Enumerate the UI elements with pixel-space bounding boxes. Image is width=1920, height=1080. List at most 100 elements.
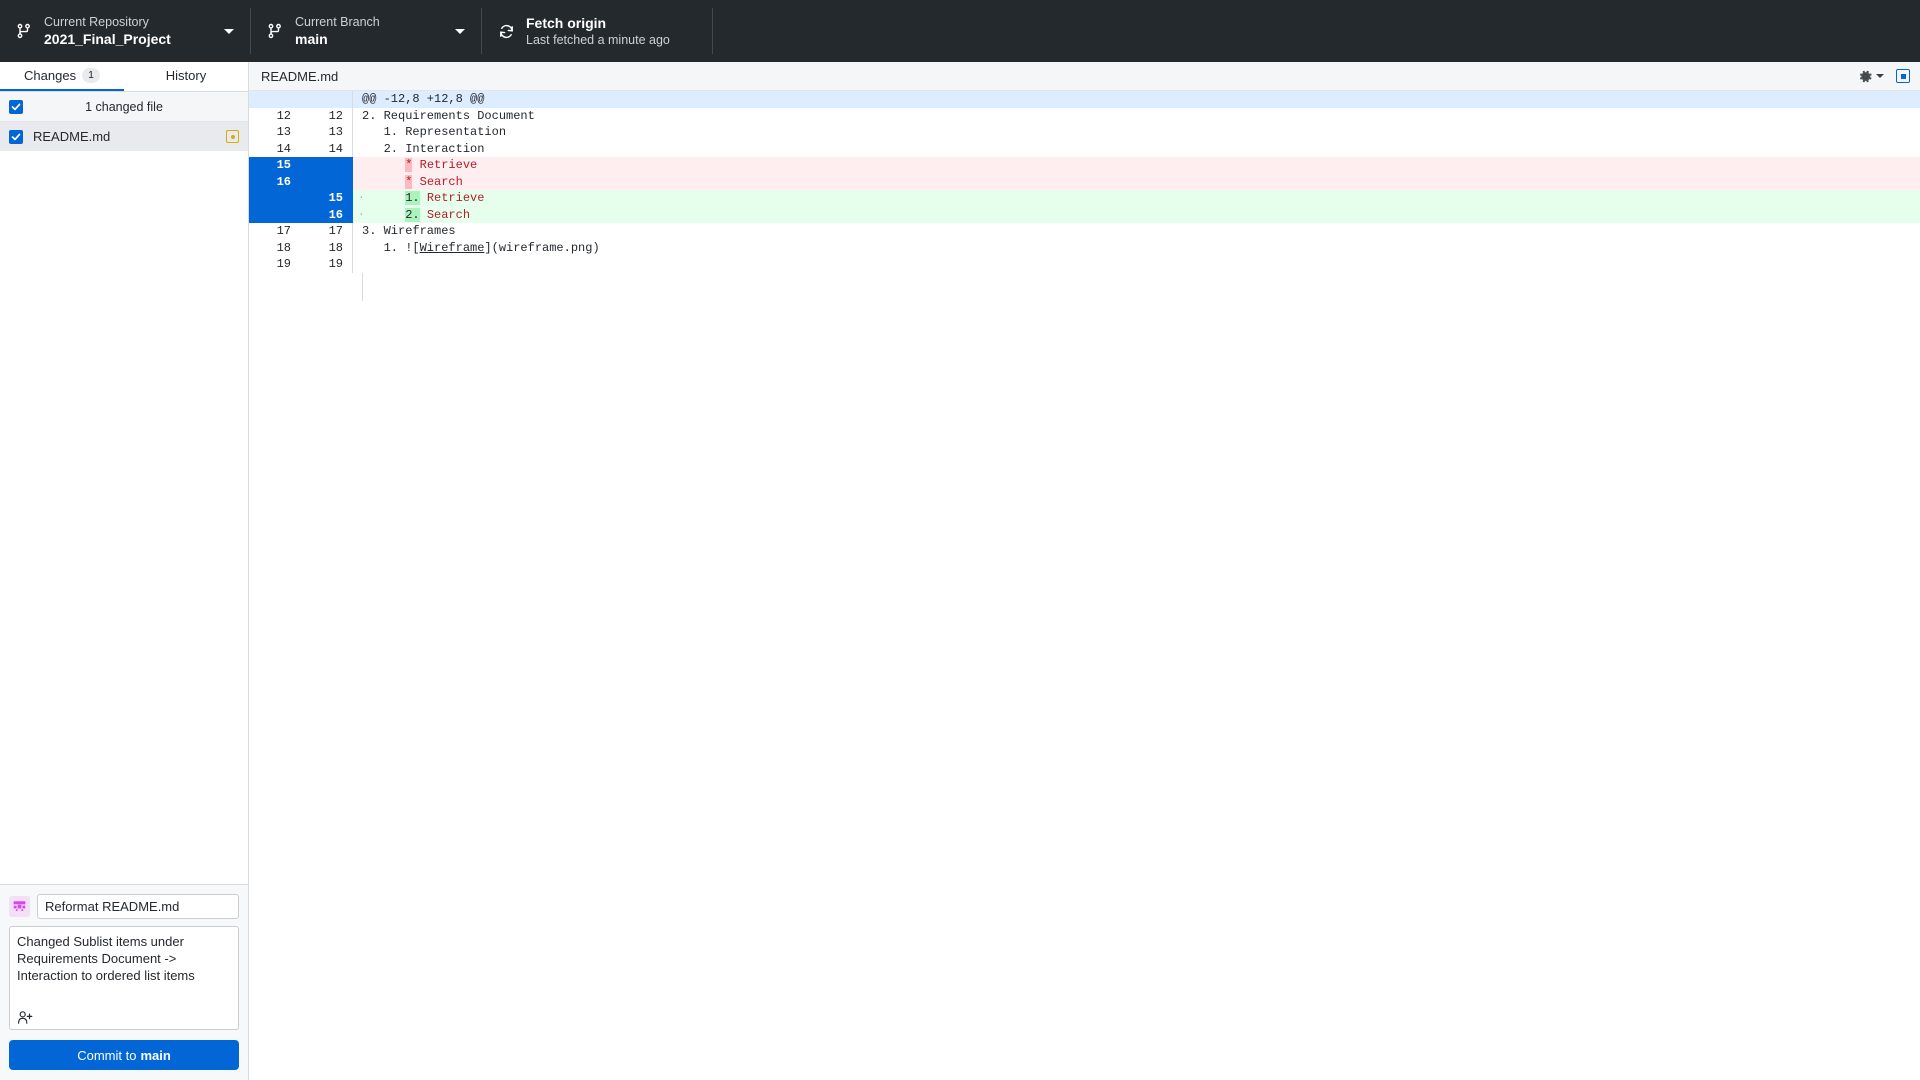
current-repository-text: Current Repository 2021_Final_Project (44, 14, 214, 48)
diff-old-line-number: 15 (249, 157, 301, 174)
diff-new-line-number: 15 (301, 190, 353, 207)
current-repository-value: 2021_Final_Project (44, 31, 171, 47)
table-row[interactable]: 13 13 1. Representation (249, 124, 1920, 141)
diff-end-divider (362, 272, 1920, 301)
diff-marker: - (353, 173, 367, 190)
diff-new-line-number (301, 157, 353, 174)
diff-new-line-number: 14 (301, 140, 353, 157)
table-row[interactable]: 14 14 2. Interaction (249, 140, 1920, 157)
diff-token-highlight: 1. (405, 191, 420, 205)
table-row[interactable]: 15 + 1. Retrieve (249, 190, 1920, 207)
diff-new-line-number: 17 (301, 223, 353, 240)
diff-old-line-number: 14 (249, 140, 301, 157)
diff-marker: + (353, 206, 367, 223)
diff-marker (353, 140, 362, 157)
table-row[interactable]: 16 - * Search (249, 173, 1920, 190)
fetch-origin-button[interactable]: Fetch origin Last fetched a minute ago (482, 0, 712, 62)
markdown-link-text: Wireframe (419, 240, 485, 255)
sidebar-empty-area (0, 151, 248, 884)
diff-code-line: 2. Requirements Document (362, 107, 1920, 124)
tab-changes-badge: 1 (82, 68, 100, 83)
table-row[interactable]: 18 18 1. ![Wireframe](wireframe.png) (249, 239, 1920, 256)
diff-code-line: 1. Representation (362, 124, 1920, 141)
toolbar-divider (712, 8, 713, 54)
diff-code-line: 3. Wireframes (362, 223, 1920, 240)
diff-file-path: README.md (261, 68, 339, 84)
branch-icon (265, 23, 285, 39)
diff-old-line-number (249, 190, 301, 207)
table-row[interactable]: 17 17 3. Wireframes (249, 223, 1920, 240)
diff-token-highlight: 2. (405, 207, 420, 222)
diff-marker (353, 107, 362, 124)
diff-old-line-number (249, 91, 301, 108)
commit-button-prefix: Commit to (77, 1047, 137, 1063)
github-desktop-window: Current Repository 2021_Final_Project Cu… (0, 0, 1920, 1080)
diff-code-line: * Retrieve (362, 157, 1920, 174)
list-item[interactable]: README.md (0, 122, 248, 151)
diff-header-actions (1858, 69, 1910, 84)
commit-summary-row (9, 894, 239, 919)
commit-button[interactable]: Commit to main (9, 1040, 239, 1070)
expand-icon[interactable] (1896, 69, 1910, 83)
changed-files-header: 1 changed file (0, 92, 248, 122)
file-name-label: README.md (33, 129, 111, 144)
fetch-origin-title: Fetch origin (526, 15, 607, 31)
diff-old-line-number (249, 206, 301, 223)
diff-hunk-header: @@ -12,8 +12,8 @@ (362, 91, 1920, 108)
diff-line-rest: Retrieve (419, 191, 485, 205)
diff-old-line-number: 18 (249, 239, 301, 256)
tab-history[interactable]: History (124, 62, 248, 91)
select-all-checkbox[interactable] (9, 99, 23, 114)
diff-code-line (362, 256, 1920, 273)
table-row[interactable]: 15 - * Retrieve (249, 157, 1920, 174)
commit-description-box[interactable]: Changed Sublist items under Requirements… (9, 926, 239, 1030)
current-branch-value: main (295, 31, 328, 47)
diff-code-line: 1. ![Wireframe](wireframe.png) (362, 239, 1920, 256)
table-row[interactable]: @@ -12,8 +12,8 @@ (249, 91, 1920, 108)
diff-new-line-number: 19 (301, 256, 353, 273)
diff-line-rest: Search (412, 174, 463, 189)
current-branch-label: Current Branch (295, 15, 380, 29)
diff-old-line-number: 12 (249, 107, 301, 124)
diff-content[interactable]: @@ -12,8 +12,8 @@ 12 12 2. Requirements … (249, 91, 1920, 1080)
tab-history-label: History (165, 68, 207, 83)
diff-marker (353, 239, 362, 256)
chevron-down-icon[interactable] (222, 28, 236, 34)
commit-button-branch: main (140, 1047, 171, 1063)
changed-files-count: 1 changed file (85, 99, 163, 114)
avatar (9, 896, 30, 917)
gear-icon[interactable] (1858, 69, 1884, 84)
diff-new-line-number: 12 (301, 107, 353, 124)
current-repository-button[interactable]: Current Repository 2021_Final_Project (0, 0, 250, 62)
diff-header: README.md (249, 62, 1920, 91)
table-row[interactable]: 19 19 (249, 256, 1920, 273)
diff-new-line-number (301, 173, 353, 190)
tab-changes[interactable]: Changes 1 (0, 62, 124, 91)
diff-code-line: 1. Retrieve (362, 190, 1920, 207)
diff-marker: + (353, 190, 367, 207)
table-row[interactable]: 16 + 2. Search (249, 206, 1920, 223)
diff-code-line: 2. Interaction (362, 140, 1920, 157)
file-checkbox-readme[interactable] (9, 129, 23, 144)
diff-old-line-number: 19 (249, 256, 301, 273)
app-toolbar: Current Repository 2021_Final_Project Cu… (0, 0, 1920, 62)
sync-icon (496, 23, 516, 40)
diff-pane: README.md @@ -12,8 +12,8 @@ 12 12 2. Req… (249, 62, 1920, 1080)
add-coauthor-icon[interactable] (17, 1007, 37, 1025)
diff-new-line-number: 16 (301, 206, 353, 223)
diff-old-line-number: 17 (249, 223, 301, 240)
commit-form: Changed Sublist items under Requirements… (0, 884, 248, 1080)
current-branch-button[interactable]: Current Branch main (251, 0, 481, 62)
diff-code-line: 2. Search (362, 206, 1920, 223)
chevron-down-icon[interactable] (453, 28, 467, 34)
commit-summary-input[interactable] (37, 894, 239, 919)
diff-marker (353, 223, 362, 240)
repo-icon (14, 23, 34, 39)
diff-new-line-number: 13 (301, 124, 353, 141)
fetch-origin-text: Fetch origin Last fetched a minute ago (526, 14, 698, 48)
diff-code-line: * Search (362, 173, 1920, 190)
table-row[interactable]: 12 12 2. Requirements Document (249, 107, 1920, 124)
current-branch-text: Current Branch main (295, 14, 445, 48)
diff-new-line-number (301, 91, 353, 108)
modified-status-icon (226, 130, 239, 143)
